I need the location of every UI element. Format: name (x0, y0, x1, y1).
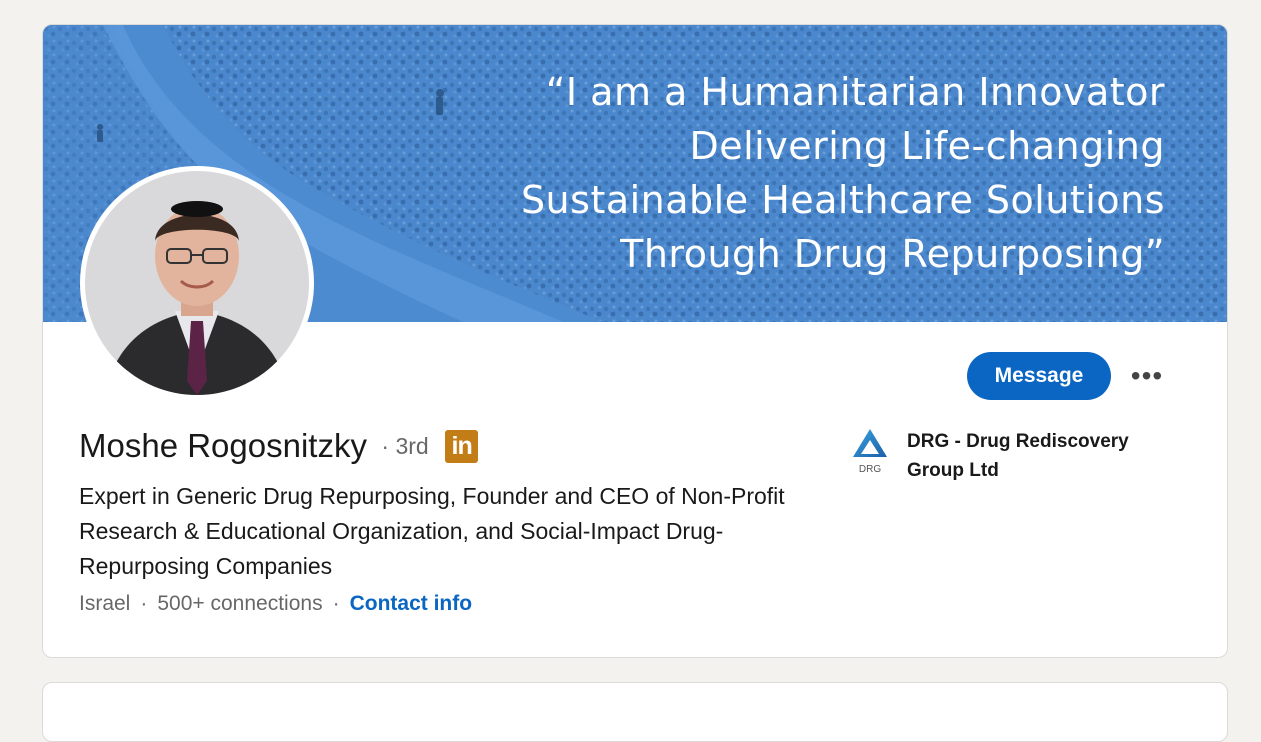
banner-quote-line: “I am a Humanitarian Innovator (545, 70, 1165, 114)
profile-name-row: Moshe Rogosnitzky · 3rd in (79, 427, 479, 473)
separator-dot: · (381, 432, 390, 459)
company-logo-icon: DRG (853, 429, 887, 475)
contact-info-link[interactable]: Contact info (350, 592, 472, 615)
banner-quote-line: Sustainable Healthcare Solutions (520, 178, 1165, 222)
profile-headline: Expert in Generic Drug Repurposing, Foun… (79, 483, 785, 579)
connections-count[interactable]: 500+ connections (157, 592, 322, 615)
banner-quote-line: Through Drug Repurposing” (620, 232, 1165, 276)
linkedin-premium-icon: in (445, 429, 479, 463)
more-options-button[interactable]: ••• (1127, 356, 1167, 396)
profile-photo[interactable] (80, 166, 314, 400)
banner-quote-line: Delivering Life-changing (689, 124, 1165, 168)
profile-photo-image (85, 171, 309, 395)
connection-degree: · 3rd (381, 433, 435, 459)
profile-card: “I am a Humanitarian Innovator Deliverin… (42, 24, 1228, 658)
profile-meta: Israel · 500+ connections · Contact info (79, 592, 472, 616)
company-name[interactable]: DRG - Drug Rediscovery Group Ltd (907, 427, 1167, 485)
profile-name: Moshe Rogosnitzky (79, 427, 367, 464)
next-section-card (42, 682, 1228, 742)
separator-dot: · (140, 592, 148, 615)
separator-dot: · (332, 592, 340, 615)
location: Israel (79, 592, 131, 615)
degree-label: 3rd (395, 432, 429, 459)
banner-quote: “I am a Humanitarian Innovator Deliverin… (521, 65, 1165, 281)
message-button[interactable]: Message (967, 352, 1111, 400)
company-logo-text: DRG (859, 464, 881, 475)
